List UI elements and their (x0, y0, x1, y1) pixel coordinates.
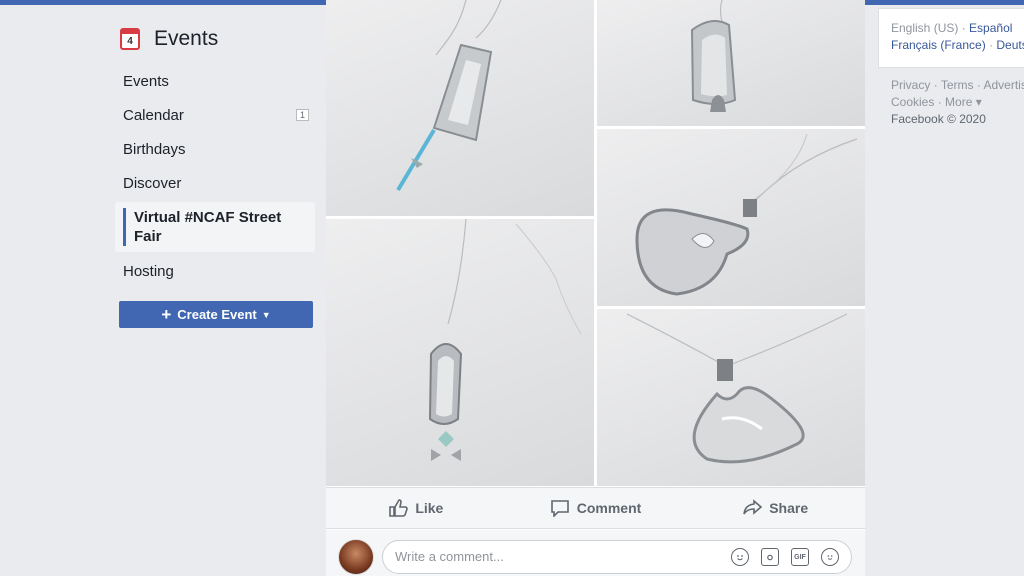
separator: · (961, 21, 966, 35)
sidebar-item-calendar[interactable]: Calendar 1 (115, 98, 315, 132)
terms-link[interactable]: Terms (941, 78, 974, 92)
necklace-pendant-image (626, 313, 848, 464)
footer-links: Privacy · Terms · Advertising Cookies · … (878, 68, 1024, 128)
language-link-francais[interactable]: Français (France) (891, 38, 986, 52)
language-link-espanol[interactable]: Español (969, 21, 1012, 35)
current-language: English (US) (891, 21, 959, 35)
right-column: English (US) · Español Français (France)… (878, 8, 1024, 128)
share-label: Share (769, 500, 809, 516)
post-photo[interactable] (597, 129, 865, 306)
sidebar-item-label: Virtual #NCAF Street Fair (134, 209, 282, 245)
separator: · (933, 78, 938, 92)
necklace-pendant-image (396, 0, 502, 192)
emoji-icon[interactable] (731, 548, 749, 566)
sidebar-item-birthdays[interactable]: Birthdays (115, 132, 315, 166)
calendar-icon: 4 (120, 28, 140, 50)
gif-icon[interactable]: GIF (791, 548, 809, 566)
comment-icons: GIF (731, 548, 839, 566)
page-title: Events (154, 27, 219, 50)
separator: · (989, 38, 994, 52)
language-selector: English (US) · Español Français (France)… (878, 8, 1024, 68)
post-photo[interactable] (597, 0, 865, 126)
share-icon (743, 499, 763, 515)
comment-label: Comment (576, 500, 642, 516)
count-badge: 1 (295, 109, 309, 121)
sidebar-item-label: Hosting (123, 262, 174, 280)
comment-button[interactable]: Comment (506, 488, 686, 528)
events-sidebar: 4 Events Events Calendar 1 Birthdays Dis… (115, 24, 315, 328)
advertising-link[interactable]: Advertising (984, 78, 1024, 92)
sidebar-item-virtual-ncaf-street-fair[interactable]: Virtual #NCAF Street Fair (115, 202, 315, 252)
more-link[interactable]: More (945, 95, 972, 109)
copyright-text: Facebook © 2020 (891, 112, 986, 126)
sidebar-item-label: Discover (123, 174, 182, 192)
cookies-link[interactable]: Cookies (891, 95, 934, 109)
sidebar-item-label: Birthdays (123, 140, 186, 158)
language-link-deutsch[interactable]: Deutsch (996, 38, 1024, 52)
sidebar-item-discover[interactable]: Discover (115, 166, 315, 200)
like-button[interactable]: Like (326, 488, 506, 528)
like-label: Like (415, 500, 444, 516)
sidebar-header: 4 Events (120, 24, 315, 54)
chevron-down-icon: ▾ (972, 95, 982, 109)
comment-box: GIF (382, 540, 852, 574)
necklace-pendant-image (690, 0, 737, 112)
post-action-bar: Like Comment Share (326, 487, 865, 529)
camera-icon[interactable] (761, 548, 779, 566)
comment-icon (550, 500, 569, 517)
plus-icon: + (161, 304, 172, 324)
necklace-pendant-image (635, 133, 858, 296)
sidebar-item-events[interactable]: Events (115, 64, 315, 98)
comment-input[interactable] (395, 549, 695, 564)
create-event-button[interactable]: + Create Event ▼ (119, 301, 313, 328)
separator: · (976, 78, 981, 92)
sidebar-item-label: Calendar (123, 106, 184, 124)
sidebar-item-label: Events (123, 72, 169, 90)
create-event-label: Create Event (177, 307, 257, 322)
share-button[interactable]: Share (685, 488, 865, 528)
necklace-pendant-image (428, 219, 582, 461)
thumbs-up-icon (389, 499, 409, 517)
chevron-down-icon: ▼ (261, 309, 271, 320)
post-card: Like Comment Share GIF (326, 0, 865, 576)
sticker-icon[interactable] (821, 548, 839, 566)
post-photo[interactable] (326, 219, 594, 486)
sidebar-item-hosting[interactable]: Hosting (115, 254, 315, 288)
comment-composer: GIF (326, 530, 865, 576)
post-photo[interactable] (597, 309, 865, 486)
separator: · (937, 95, 942, 109)
post-photo[interactable] (326, 0, 594, 216)
privacy-link[interactable]: Privacy (891, 78, 930, 92)
avatar[interactable] (338, 539, 374, 575)
